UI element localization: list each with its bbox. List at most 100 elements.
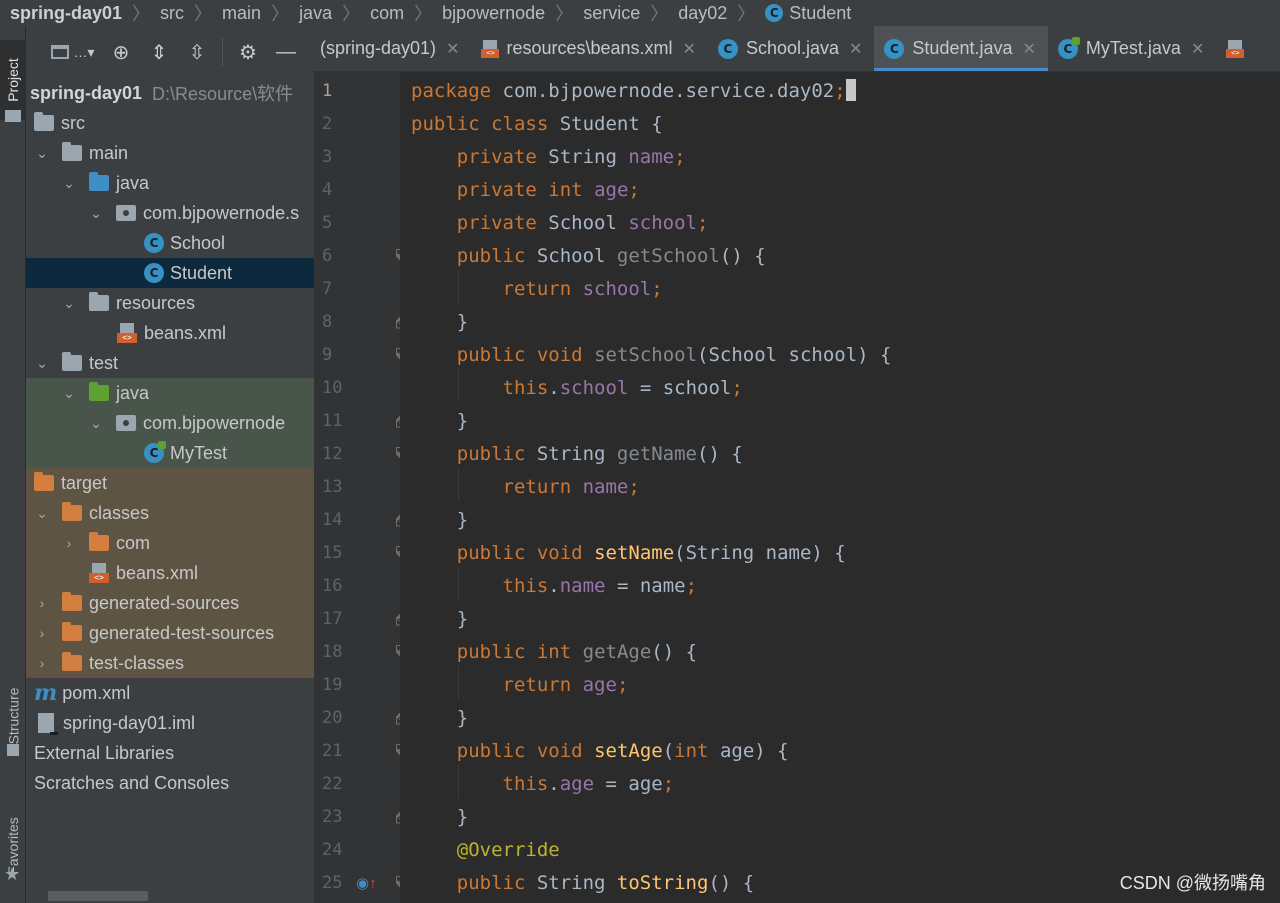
line-number[interactable]: 8: [322, 312, 362, 332]
code-line[interactable]: return name;: [400, 470, 1280, 503]
tab-beans-xml[interactable]: <> resources\beans.xml ✕: [471, 26, 707, 71]
tree-item-school[interactable]: C School: [26, 228, 314, 258]
override-method-icon[interactable]: ◉↑: [356, 874, 377, 892]
code-line[interactable]: private int age;: [400, 173, 1280, 206]
close-icon[interactable]: ✕: [1191, 39, 1204, 59]
code-line[interactable]: public void setSchool(School school) {: [400, 338, 1280, 371]
tab-overflow[interactable]: <>: [1216, 26, 1263, 71]
chevron-down-icon[interactable]: ⌄: [88, 415, 104, 432]
line-number[interactable]: 21: [322, 741, 362, 761]
close-icon[interactable]: ✕: [1023, 39, 1036, 59]
code-line[interactable]: public String getName() {: [400, 437, 1280, 470]
breadcrumb-service[interactable]: service: [583, 3, 640, 24]
line-number[interactable]: 13: [322, 477, 362, 497]
code-line[interactable]: public class Student {: [400, 107, 1280, 140]
chevron-down-icon[interactable]: ⌄: [88, 205, 104, 222]
code-line[interactable]: }: [400, 305, 1280, 338]
breadcrumb-src[interactable]: src: [160, 3, 184, 24]
tab-student[interactable]: C Student.java ✕: [874, 26, 1049, 71]
line-number[interactable]: 19: [322, 675, 362, 695]
line-number[interactable]: 6: [322, 246, 362, 266]
line-number[interactable]: 16: [322, 576, 362, 596]
close-icon[interactable]: ✕: [849, 39, 862, 59]
collapse-all-button[interactable]: ⇳: [178, 32, 216, 72]
chevron-right-icon[interactable]: ›: [34, 625, 50, 641]
chevron-right-icon[interactable]: ›: [34, 595, 50, 611]
code-line[interactable]: public void setName(String name) {: [400, 536, 1280, 569]
breadcrumb-bjpowernode[interactable]: bjpowernode: [442, 3, 545, 24]
code-line[interactable]: this.age = age;: [400, 767, 1280, 800]
chevron-right-icon[interactable]: ›: [34, 655, 50, 671]
tree-item-package-main[interactable]: ⌄ com.bjpowernode.s: [26, 198, 314, 228]
line-number[interactable]: 22: [322, 774, 362, 794]
tree-item-src[interactable]: src: [26, 108, 314, 138]
horizontal-scrollbar[interactable]: [48, 891, 148, 901]
tree-item-student[interactable]: C Student: [26, 258, 314, 288]
line-number[interactable]: 17: [322, 609, 362, 629]
code-editor[interactable]: package com.bjpowernode.service.day02; pu…: [400, 72, 1280, 903]
chevron-down-icon[interactable]: ⌄: [34, 505, 50, 522]
view-selector-dropdown[interactable]: …▾: [44, 32, 102, 72]
tree-item-test[interactable]: ⌄ test: [26, 348, 314, 378]
close-icon[interactable]: ✕: [446, 39, 459, 59]
settings-button[interactable]: ⚙: [229, 32, 267, 72]
line-number[interactable]: 3: [322, 147, 362, 167]
tree-item-iml[interactable]: spring-day01.iml: [26, 708, 314, 738]
line-number[interactable]: 5: [322, 213, 362, 233]
tree-item-test-classes[interactable]: › test-classes: [26, 648, 314, 678]
tree-item-classes[interactable]: ⌄ classes: [26, 498, 314, 528]
code-line[interactable]: public void setAge(int age) {: [400, 734, 1280, 767]
close-icon[interactable]: ✕: [683, 39, 696, 59]
line-number[interactable]: 9: [322, 345, 362, 365]
breadcrumb-project[interactable]: spring-day01: [10, 3, 122, 24]
line-number[interactable]: 7: [322, 279, 362, 299]
tree-item-scratches[interactable]: Scratches and Consoles: [26, 768, 314, 798]
code-line[interactable]: package com.bjpowernode.service.day02;: [400, 74, 1280, 107]
tree-item-test-java[interactable]: ⌄ java: [26, 378, 314, 408]
code-line[interactable]: @Override: [400, 833, 1280, 866]
chevron-down-icon[interactable]: ⌄: [61, 385, 77, 402]
chevron-down-icon[interactable]: ⌄: [61, 295, 77, 312]
code-line[interactable]: }: [400, 404, 1280, 437]
line-number[interactable]: 11: [322, 411, 362, 431]
hide-panel-button[interactable]: —: [267, 32, 305, 72]
tree-item-main[interactable]: ⌄ main: [26, 138, 314, 168]
line-number[interactable]: 10: [322, 378, 362, 398]
code-line[interactable]: this.school = school;: [400, 371, 1280, 404]
tree-item-pom[interactable]: m pom.xml: [26, 678, 314, 708]
tree-item-target[interactable]: target: [26, 468, 314, 498]
code-line[interactable]: return school;: [400, 272, 1280, 305]
code-line[interactable]: }: [400, 503, 1280, 536]
code-line[interactable]: }: [400, 800, 1280, 833]
line-number[interactable]: 23: [322, 807, 362, 827]
tree-item-java[interactable]: ⌄ java: [26, 168, 314, 198]
code-line[interactable]: private String name;: [400, 140, 1280, 173]
chevron-right-icon[interactable]: ›: [61, 535, 77, 551]
tree-item-package-test[interactable]: ⌄ com.bjpowernode: [26, 408, 314, 438]
chevron-down-icon[interactable]: ⌄: [34, 355, 50, 372]
code-line[interactable]: private School school;: [400, 206, 1280, 239]
tree-root[interactable]: spring-day01 D:\Resource\软件: [26, 78, 314, 108]
tree-item-beans-xml[interactable]: <> beans.xml: [26, 318, 314, 348]
tree-item-resources[interactable]: ⌄ resources: [26, 288, 314, 318]
locate-file-button[interactable]: ⊕: [102, 32, 140, 72]
tree-item-com[interactable]: › com: [26, 528, 314, 558]
breadcrumb-day02[interactable]: day02: [678, 3, 727, 24]
line-number[interactable]: 20: [322, 708, 362, 728]
line-number[interactable]: 4: [322, 180, 362, 200]
line-number[interactable]: 18: [322, 642, 362, 662]
code-line[interactable]: public School getSchool() {: [400, 239, 1280, 272]
code-line[interactable]: return age;: [400, 668, 1280, 701]
tab-pom[interactable]: (spring-day01) ✕: [314, 26, 471, 71]
tree-item-generated-test-sources[interactable]: › generated-test-sources: [26, 618, 314, 648]
tree-item-generated-sources[interactable]: › generated-sources: [26, 588, 314, 618]
tab-school[interactable]: C School.java ✕: [708, 26, 874, 71]
breadcrumb-com[interactable]: com: [370, 3, 404, 24]
tab-mytest[interactable]: C MyTest.java ✕: [1048, 26, 1216, 71]
expand-all-button[interactable]: ⇕: [140, 32, 178, 72]
line-number[interactable]: 1: [322, 81, 362, 101]
breadcrumb-main[interactable]: main: [222, 3, 261, 24]
code-line[interactable]: public int getAge() {: [400, 635, 1280, 668]
tree-item-target-beans-xml[interactable]: <> beans.xml: [26, 558, 314, 588]
line-number[interactable]: 24: [322, 840, 362, 860]
